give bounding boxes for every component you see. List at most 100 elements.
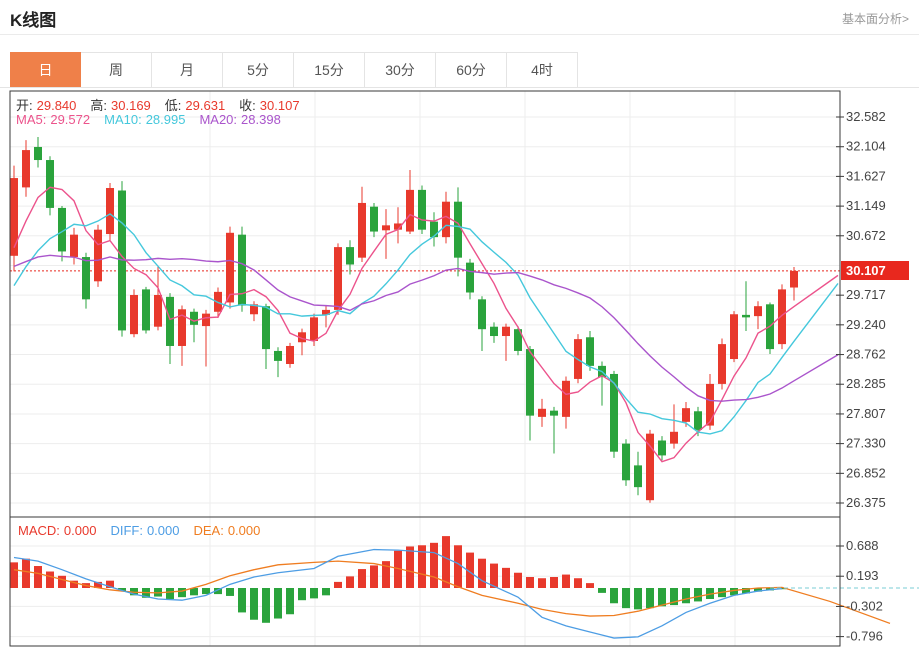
y-axis-tick-label: -0.302: [846, 598, 883, 613]
legend-value: 30.107: [260, 98, 300, 113]
legend-label: MACD:: [18, 523, 60, 538]
legend-value: 0.000: [228, 523, 261, 538]
candle-body: [622, 444, 630, 481]
y-axis-tick-label: 31.149: [846, 198, 886, 213]
y-axis-tick-label: 27.807: [846, 406, 886, 421]
macd-bar: [34, 566, 42, 588]
candle-body: [22, 150, 30, 187]
candle-body: [334, 247, 342, 310]
macd-bar: [526, 577, 534, 588]
kline-page: K线图 基本面分析> 日周月5分15分30分60分4时 32.58232.104…: [0, 0, 919, 649]
candle-body: [370, 207, 378, 232]
y-axis-tick-label: 28.285: [846, 376, 886, 391]
legend-value: 0.000: [147, 523, 180, 538]
candle-body: [658, 441, 666, 456]
candle-body: [310, 317, 318, 341]
candle-body: [526, 349, 534, 416]
legend-value: 29.631: [185, 98, 225, 113]
legend-value: 28.398: [241, 112, 281, 127]
candle-body: [166, 297, 174, 346]
macd-bar: [478, 559, 486, 588]
legend-value: 30.169: [111, 98, 151, 113]
candle-body: [190, 312, 198, 325]
y-axis-tick-label: 30.672: [846, 228, 886, 243]
macd-bar: [346, 576, 354, 588]
candle-body: [718, 344, 726, 384]
macd-bar: [502, 568, 510, 588]
candle-body: [34, 147, 42, 160]
y-axis-tick-label: 29.717: [846, 287, 886, 302]
legend-label: 低:: [165, 98, 182, 113]
candle-body: [466, 263, 474, 293]
candle-body: [430, 222, 438, 238]
candle-body: [82, 257, 90, 299]
candle-body: [154, 295, 162, 327]
candle-body: [358, 203, 366, 258]
macd-bar: [22, 559, 30, 588]
candle-body: [418, 190, 426, 230]
macd-bar: [634, 588, 642, 609]
macd-bar: [598, 588, 606, 593]
macd-bar: [286, 588, 294, 614]
y-axis-tick-label: 26.375: [846, 495, 886, 510]
candle-body: [10, 178, 18, 256]
macd-bar: [682, 588, 690, 603]
macd-bar: [322, 588, 330, 595]
y-axis-tick-label: 31.627: [846, 168, 886, 183]
candle-body: [406, 190, 414, 232]
candle-body: [106, 188, 114, 234]
candle-body: [478, 299, 486, 329]
legend-label: MA20:: [199, 112, 237, 127]
ma-legend: MA5:29.572MA10:28.995MA20:28.398: [16, 112, 295, 127]
candle-body: [46, 160, 54, 208]
candle-body: [730, 314, 738, 359]
current-price-tag: 30.107: [841, 261, 909, 280]
macd-bar: [586, 583, 594, 588]
macd-bar: [58, 576, 66, 588]
legend-value: 29.840: [37, 98, 77, 113]
candle-body: [562, 381, 570, 417]
legend-label: 收:: [239, 98, 256, 113]
legend-value: 28.995: [146, 112, 186, 127]
macd-bar: [202, 588, 210, 594]
candle-body: [682, 408, 690, 422]
y-axis-tick-label: 27.330: [846, 436, 886, 451]
macd-bar: [238, 588, 246, 612]
candle-body: [202, 314, 210, 326]
macd-bar: [178, 588, 186, 597]
candle-body: [610, 374, 618, 452]
legend-value: 29.572: [50, 112, 90, 127]
candle-body: [754, 306, 762, 316]
macd-bar: [46, 572, 54, 588]
macd-bar: [262, 588, 270, 623]
candle-body: [694, 411, 702, 430]
macd-bar: [10, 562, 18, 588]
legend-label: MA5:: [16, 112, 46, 127]
macd-bar: [310, 588, 318, 598]
macd-bar: [658, 588, 666, 606]
y-axis-tick-label: 0.193: [846, 568, 879, 583]
macd-bar: [406, 546, 414, 588]
macd-bar: [610, 588, 618, 603]
macd-bar: [430, 543, 438, 588]
candle-body: [790, 271, 798, 288]
macd-bar: [274, 588, 282, 619]
macd-bar: [358, 569, 366, 588]
candle-body: [238, 235, 246, 306]
y-axis-tick-label: 32.104: [846, 139, 886, 154]
y-axis-tick-label: 29.240: [846, 317, 886, 332]
candle-body: [226, 233, 234, 303]
candle-body: [634, 465, 642, 487]
macd-bar: [334, 582, 342, 588]
candle-body: [502, 327, 510, 336]
dea-line: [14, 561, 890, 623]
candle-body: [442, 202, 450, 237]
candle-body: [262, 306, 270, 349]
legend-label: 高:: [90, 98, 107, 113]
macd-legend: MACD:0.000DIFF:0.000DEA:0.000: [18, 523, 274, 538]
macd-bar: [298, 588, 306, 600]
y-axis-tick-label: 32.582: [846, 109, 886, 124]
candle-body: [274, 351, 282, 361]
macd-bar: [370, 565, 378, 588]
candle-body: [778, 289, 786, 344]
